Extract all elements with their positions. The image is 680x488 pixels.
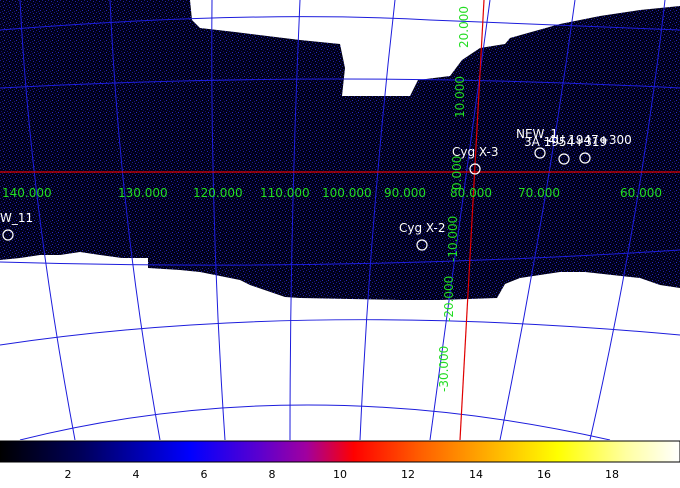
sky-map: 140.000 130.000 120.000 110.000 100.000 … [0,0,680,440]
source-label: Cyg X-2 [399,221,446,235]
lon-label: 90.000 [384,186,426,200]
source-label: 4U 1947+300 [548,133,632,147]
lon-label: 100.000 [322,186,372,200]
source-label: W_11 [0,211,33,225]
lon-label: 70.000 [518,186,560,200]
colorbar-tick-label: 2 [65,468,72,481]
lon-label: 140.000 [2,186,52,200]
lat-label: -20.000 [442,276,456,322]
colorbar-gradient [0,440,680,463]
lat-label: 0.000 [450,156,464,190]
lon-label: 110.000 [260,186,310,200]
lon-label: 60.000 [620,186,662,200]
lat-label: 10.000 [453,76,467,118]
colorbar-tick-label: 10 [333,468,347,481]
colorbar-tick-label: 8 [269,468,276,481]
colorbar-tick-label: 16 [537,468,551,481]
lon-label: 130.000 [118,186,168,200]
colorbar-tick-label: 4 [133,468,140,481]
colorbar-tick-label: 6 [201,468,208,481]
lat-label: -30.000 [437,346,451,392]
colorbar-ticks: 2 4 6 8 10 12 14 16 18 [65,468,620,481]
lat-label: 20.000 [457,6,471,48]
colorbar-tick-label: 14 [469,468,483,481]
source-label: Cyg X-3 [452,145,499,159]
lat-label: -10.000 [446,216,460,262]
lon-label: 120.000 [193,186,243,200]
colorbar-tick-label: 18 [605,468,619,481]
exposure-region [0,0,680,300]
colorbar-tick-label: 12 [401,468,415,481]
colorbar: 2 4 6 8 10 12 14 16 18 [0,440,680,481]
